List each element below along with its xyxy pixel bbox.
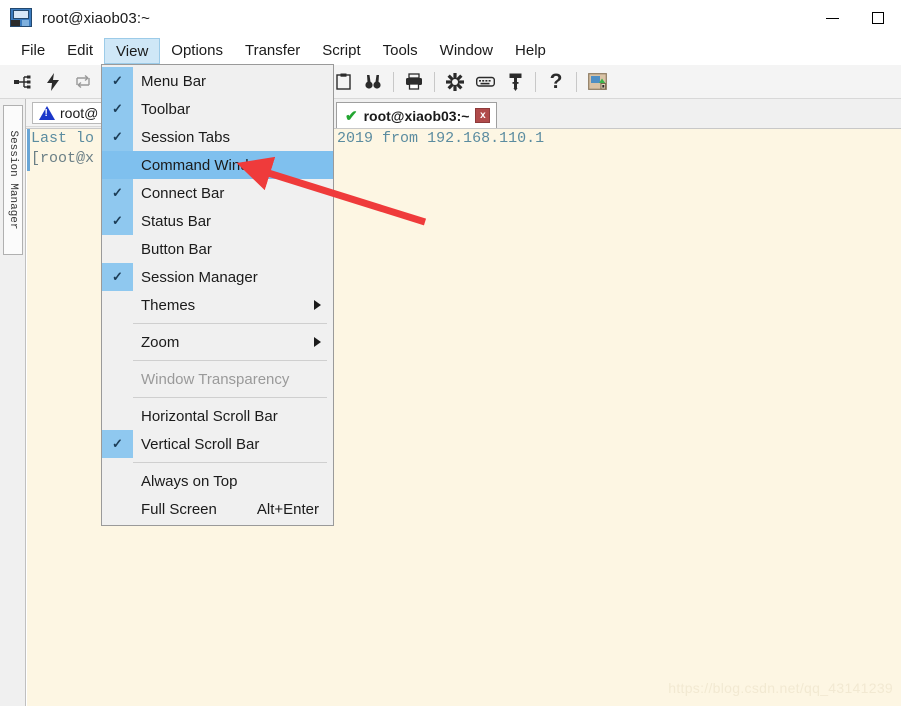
chevron-right-icon: [314, 337, 321, 347]
menu-item-label: Status Bar: [133, 213, 333, 230]
find-icon[interactable]: [358, 67, 388, 97]
menu-item-label: Button Bar: [133, 241, 333, 258]
maximize-button[interactable]: [855, 0, 901, 36]
toolbar-separator: [393, 72, 394, 92]
green-check-icon: ✔: [345, 107, 358, 125]
menu-item-themes[interactable]: Themes: [102, 291, 333, 319]
menu-edit[interactable]: Edit: [56, 36, 104, 65]
toolbar-separator: [535, 72, 536, 92]
key-icon[interactable]: [500, 67, 530, 97]
menu-item-toolbar[interactable]: ✓ Toolbar: [102, 95, 333, 123]
toolbar-separator: [576, 72, 577, 92]
menu-item-label: Vertical Scroll Bar: [133, 436, 333, 453]
check-cell-empty: [102, 328, 133, 356]
check-icon: ✓: [102, 430, 133, 458]
reconnect-icon[interactable]: [68, 67, 98, 97]
menu-item-label: Menu Bar: [133, 73, 333, 90]
menu-item-label: Session Tabs: [133, 129, 333, 146]
session-tab-root-xiaob03[interactable]: ✔ root@xiaob03:~ x: [336, 102, 497, 128]
close-icon[interactable]: x: [475, 108, 490, 123]
help-icon[interactable]: ?: [541, 67, 571, 97]
menu-item-label: Always on Top: [133, 473, 333, 490]
menu-item-label: Window Transparency: [133, 371, 333, 388]
securecrt-icon: [10, 8, 32, 28]
connect-host-value: root@: [60, 105, 98, 121]
menu-item-status-bar[interactable]: ✓ Status Bar: [102, 207, 333, 235]
check-icon: ✓: [102, 179, 133, 207]
window-controls: [809, 0, 901, 36]
check-cell-empty: [102, 151, 133, 179]
menu-item-zoom[interactable]: Zoom: [102, 328, 333, 356]
menu-transfer[interactable]: Transfer: [234, 36, 311, 65]
menu-help[interactable]: Help: [504, 36, 557, 65]
menu-item-menu-bar[interactable]: ✓ Menu Bar: [102, 67, 333, 95]
menu-item-connect-bar[interactable]: ✓ Connect Bar: [102, 179, 333, 207]
menu-separator: [133, 360, 327, 361]
title-bar: root@xiaob03:~: [0, 0, 901, 36]
check-cell-empty: [102, 235, 133, 263]
session-options-icon[interactable]: [582, 67, 612, 97]
view-dropdown-menu: ✓ Menu Bar ✓ Toolbar ✓ Session Tabs Comm…: [101, 64, 334, 526]
menu-item-full-screen[interactable]: Full Screen Alt+Enter: [102, 495, 333, 523]
chevron-right-icon: [314, 300, 321, 310]
menu-item-command-window[interactable]: Command Window: [102, 151, 333, 179]
menu-separator: [133, 397, 327, 398]
menu-item-vertical-scroll-bar[interactable]: ✓ Vertical Scroll Bar: [102, 430, 333, 458]
check-icon: ✓: [102, 123, 133, 151]
watermark: https://blog.csdn.net/qq_43141239: [668, 680, 893, 696]
menu-item-label: Full Screen: [133, 501, 257, 518]
securecrt-window: root@xiaob03:~ File Edit View Options Tr…: [0, 0, 901, 706]
menu-script[interactable]: Script: [311, 36, 371, 65]
menu-item-label: Zoom: [133, 334, 333, 351]
session-tab-label: root@xiaob03:~: [364, 108, 470, 124]
menu-item-session-tabs[interactable]: ✓ Session Tabs: [102, 123, 333, 151]
check-cell-empty: [102, 291, 133, 319]
menu-item-horizontal-scroll-bar[interactable]: Horizontal Scroll Bar: [102, 402, 333, 430]
sidebar-item-session-manager[interactable]: Session Manager: [3, 105, 23, 255]
gear-icon[interactable]: [440, 67, 470, 97]
menu-item-button-bar[interactable]: Button Bar: [102, 235, 333, 263]
menu-window[interactable]: Window: [429, 36, 504, 65]
quick-connect-icon[interactable]: [38, 67, 68, 97]
print-icon[interactable]: [399, 67, 429, 97]
menu-file[interactable]: File: [10, 36, 56, 65]
warning-triangle-icon: [39, 106, 55, 120]
menu-item-label: Connect Bar: [133, 185, 333, 202]
menu-item-accelerator: Alt+Enter: [257, 501, 333, 518]
menu-separator: [133, 462, 327, 463]
menu-item-label: Command Window: [133, 157, 333, 174]
connect-icon[interactable]: [8, 67, 38, 97]
menu-options[interactable]: Options: [160, 36, 234, 65]
check-icon: ✓: [102, 67, 133, 95]
menu-item-label: Horizontal Scroll Bar: [133, 408, 333, 425]
menu-item-window-transparency: Window Transparency: [102, 365, 333, 393]
minimize-button[interactable]: [809, 0, 855, 36]
menu-view[interactable]: View: [104, 38, 160, 64]
check-cell-empty: [102, 467, 133, 495]
check-icon: ✓: [102, 263, 133, 291]
session-manager-sidebar: Session Manager: [0, 99, 26, 706]
menu-bar: File Edit View Options Transfer Script T…: [0, 36, 901, 65]
maximize-icon: [872, 12, 884, 24]
toolbar-separator: [434, 72, 435, 92]
menu-item-session-manager[interactable]: ✓ Session Manager: [102, 263, 333, 291]
keyboard-icon[interactable]: [470, 67, 500, 97]
menu-tools[interactable]: Tools: [372, 36, 429, 65]
menu-item-always-on-top[interactable]: Always on Top: [102, 467, 333, 495]
minimize-icon: [826, 18, 839, 19]
menu-separator: [133, 323, 327, 324]
check-icon: ✓: [102, 95, 133, 123]
terminal-cursor: [27, 129, 30, 171]
sidebar-item-label: Session Manager: [7, 130, 19, 229]
check-cell-empty: [102, 495, 133, 523]
window-title: root@xiaob03:~: [42, 10, 150, 27]
check-icon: ✓: [102, 207, 133, 235]
menu-item-label: Themes: [133, 297, 333, 314]
menu-item-label: Session Manager: [133, 269, 333, 286]
check-cell-empty: [102, 365, 133, 393]
check-cell-empty: [102, 402, 133, 430]
menu-item-label: Toolbar: [133, 101, 333, 118]
